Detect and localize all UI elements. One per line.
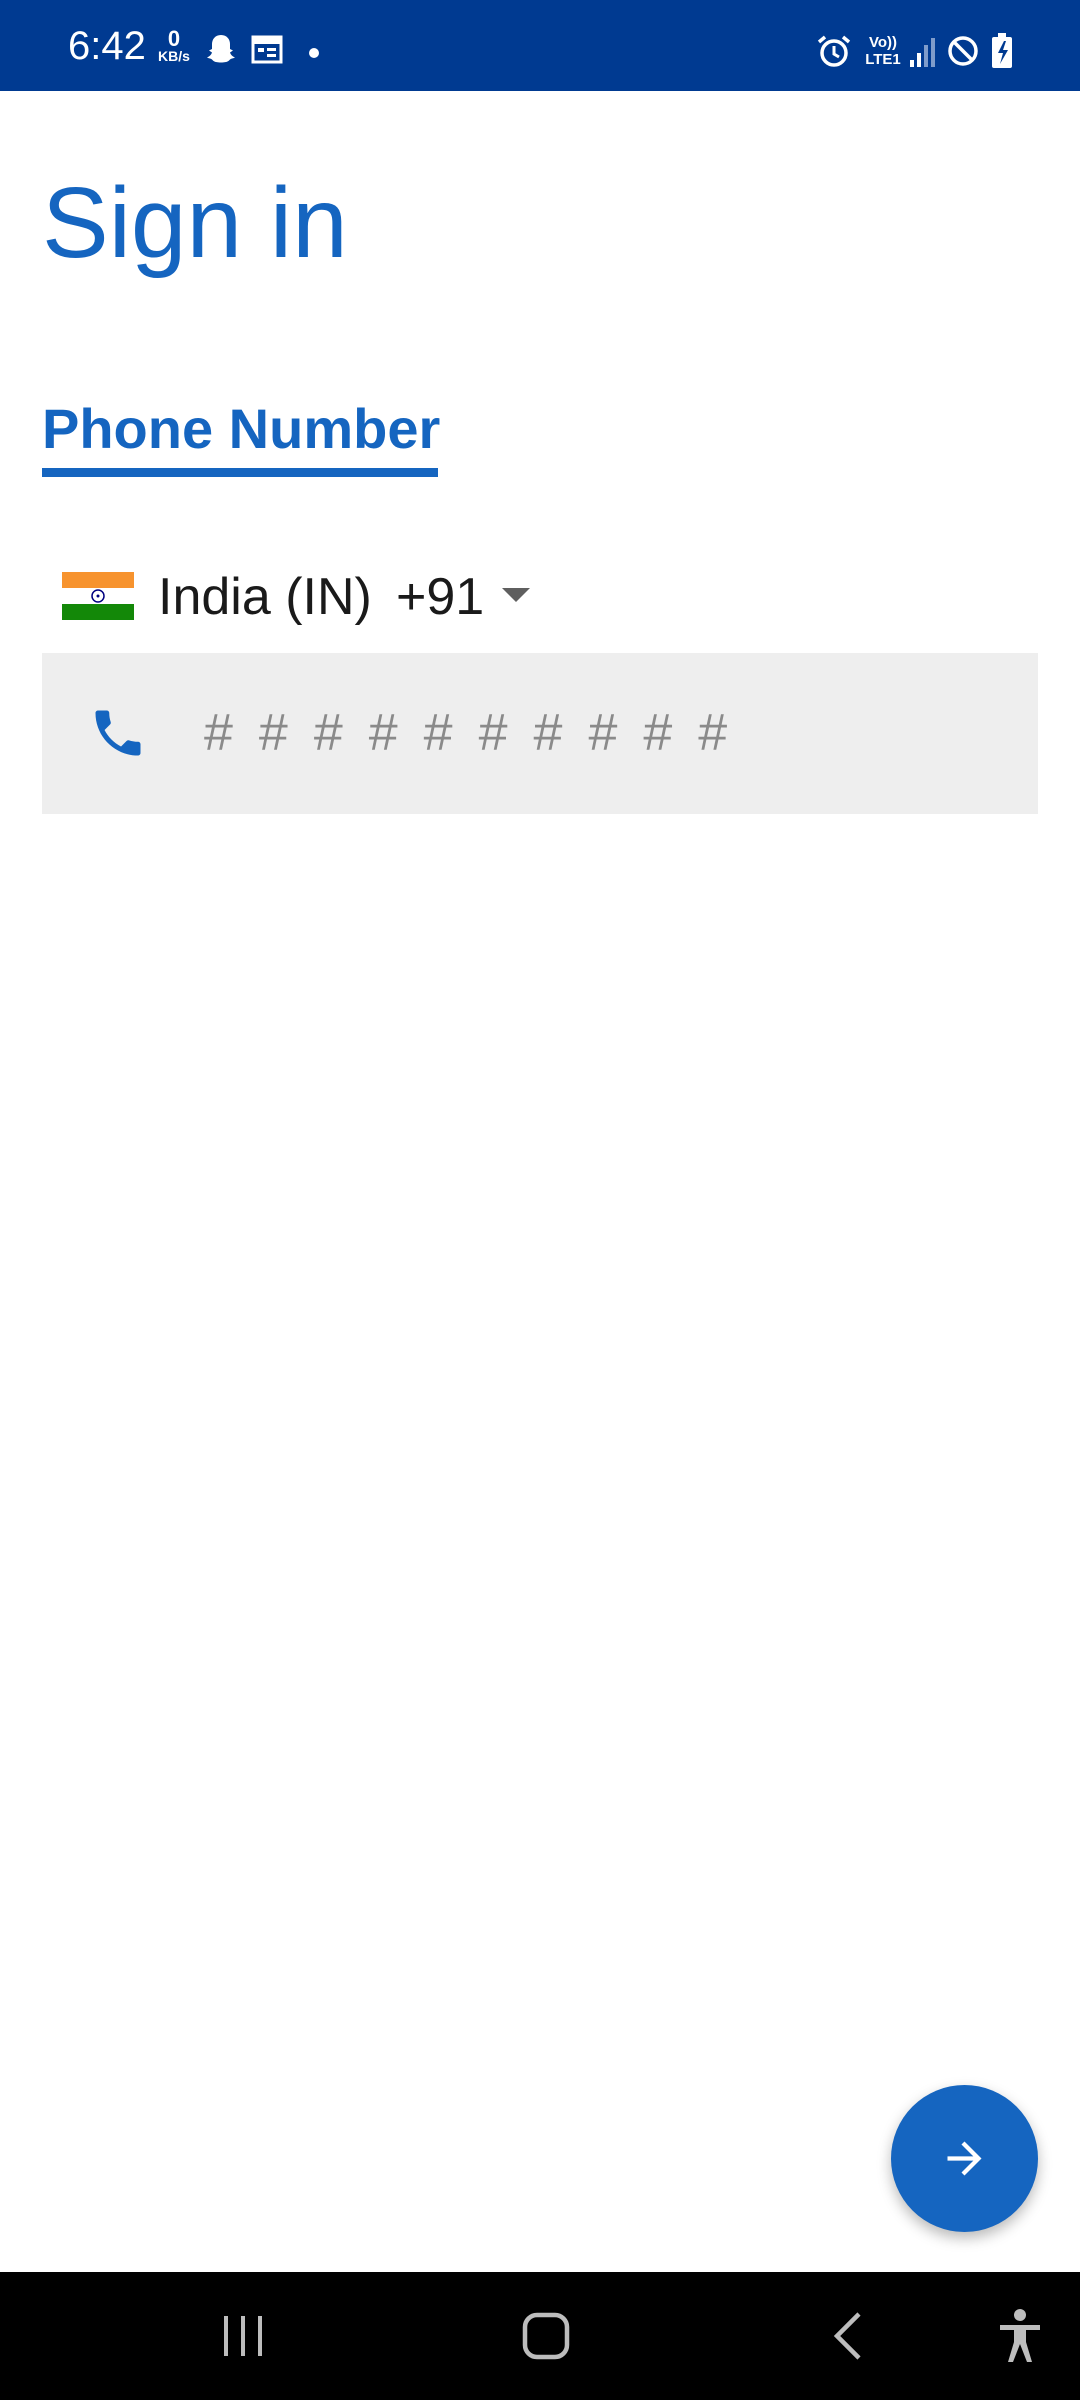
battery-charging-icon (992, 33, 1012, 68)
back-button[interactable] (789, 2272, 909, 2400)
tab-active-indicator (42, 468, 438, 477)
lte-label: LTE1 (865, 51, 901, 68)
phone-icon (95, 710, 141, 756)
phone-number-input[interactable] (200, 691, 1004, 775)
network-speed-value: 0 (167, 26, 181, 51)
country-name: India (IN) (158, 568, 372, 626)
tab-phone-number-label: Phone Number (42, 397, 441, 460)
india-flag-icon (62, 572, 134, 620)
tab-phone-number[interactable]: Phone Number (42, 398, 440, 478)
accessibility-icon (1000, 2309, 1040, 2362)
calendar-icon (251, 35, 283, 64)
page-title: Sign in (42, 167, 348, 279)
home-button[interactable] (486, 2272, 606, 2400)
volte-icon: Vo)) LTE1 (862, 34, 904, 68)
dropdown-arrow-icon (502, 588, 530, 602)
phone-number-field[interactable] (42, 653, 1038, 814)
recent-apps-button[interactable] (183, 2272, 303, 2400)
alarm-icon (817, 35, 851, 67)
signal-icon (910, 38, 935, 67)
dial-code: +91 (396, 568, 485, 626)
next-button[interactable] (891, 2085, 1038, 2232)
status-bar: 6:42 0 KB/s Vo)) LTE1 (0, 0, 1080, 91)
accessibility-button[interactable] (960, 2272, 1080, 2400)
back-icon (833, 2312, 861, 2360)
sign-in-screen: 6:42 0 KB/s Vo)) LTE1 Sign in Phone Numb… (0, 0, 1080, 2400)
dot-icon (309, 48, 319, 58)
network-speed-unit: KB/s (158, 48, 190, 64)
snapchat-icon (207, 35, 235, 63)
do-not-disturb-icon (948, 36, 978, 66)
arrow-right-icon (947, 2141, 982, 2176)
home-icon (522, 2312, 570, 2360)
navigation-bar (0, 2272, 1080, 2400)
status-time: 6:42 (68, 24, 146, 68)
country-code-picker[interactable]: India (IN) +91 (62, 558, 542, 638)
network-speed: 0 KB/s (154, 26, 194, 65)
volte-label: Vo)) (868, 34, 898, 51)
recent-apps-icon (224, 2316, 262, 2356)
